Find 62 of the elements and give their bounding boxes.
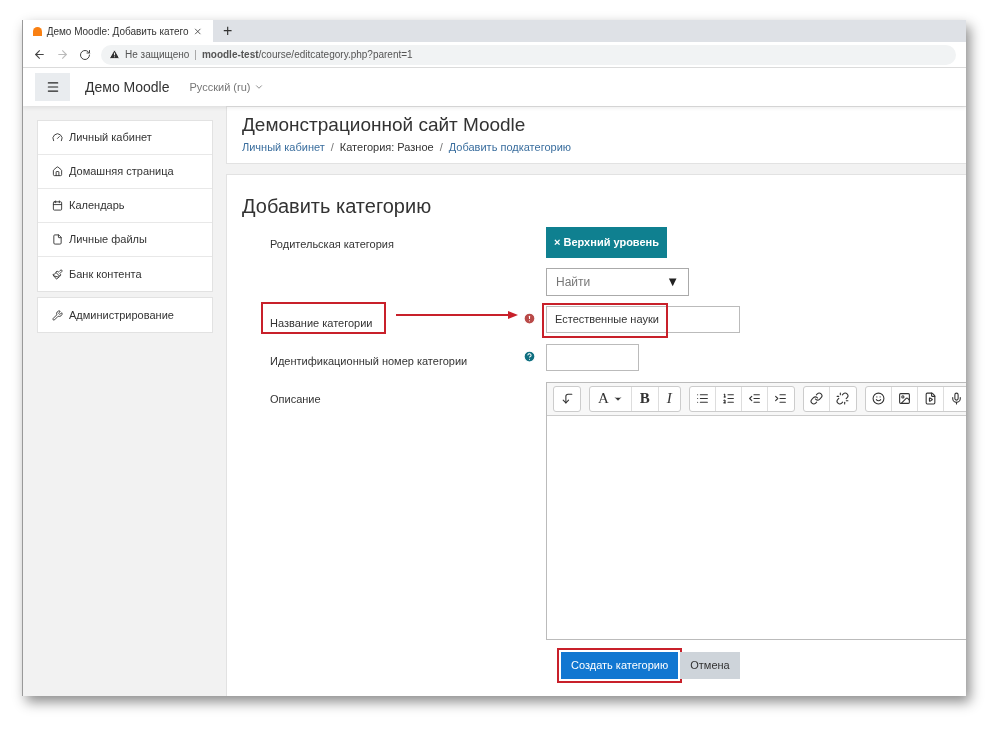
field-label: Название категории: [270, 316, 373, 329]
menu-button[interactable]: [35, 73, 70, 101]
text-editor[interactable]: A B I: [546, 381, 966, 640]
breadcrumb-link[interactable]: Добавить подкатегорию: [448, 139, 572, 156]
field-label: Идентификационный номер категории: [270, 354, 468, 367]
site-name[interactable]: Демо Moodle: [85, 76, 170, 98]
new-tab-button[interactable]: +: [223, 20, 233, 42]
text-input[interactable]: Естественные науки: [546, 305, 740, 333]
bold-button[interactable]: B: [631, 386, 659, 411]
selected-category-tag[interactable]: × Верхний уровень: [546, 227, 667, 258]
page-title: Демонстрационной сайт Moodle: [242, 114, 527, 137]
bullet-list-icon: [695, 392, 709, 405]
close-icon[interactable]: [193, 25, 203, 37]
search-select[interactable]: Найти ▼: [546, 267, 689, 296]
italic-button[interactable]: I: [658, 386, 680, 411]
cancel-button[interactable]: Отмена: [680, 651, 740, 679]
dropdown-caret: ▼: [666, 272, 679, 291]
nav-item[interactable]: Администрирование: [38, 298, 212, 332]
browser-tab[interactable]: Демо Moodle: Добавить катего: [23, 20, 213, 42]
url-separator: |: [194, 48, 197, 62]
nav-item[interactable]: Домашняя страница: [38, 155, 212, 189]
breadcrumb-text: Категория: Разное: [339, 140, 434, 156]
emoji-icon: [871, 392, 885, 405]
url-field[interactable]: Не защищено | moodle-test/course/editcategory.php?parent=1: [101, 44, 956, 65]
home-icon: [52, 166, 63, 177]
nav-item[interactable]: Личный кабинет: [38, 121, 212, 155]
microphone-icon: [950, 392, 964, 405]
nav-item[interactable]: Банк контента: [38, 257, 212, 291]
nav-item[interactable]: Календарь: [38, 189, 212, 223]
field-label: Описание: [270, 392, 321, 405]
expand-toolbar-icon: [560, 392, 574, 405]
language-menu[interactable]: Русский (ru): [189, 78, 265, 96]
text-input[interactable]: [546, 343, 639, 371]
link-icon: [809, 392, 823, 405]
url-text: moodle-test/course/editcategory.php?parent=1: [201, 48, 413, 62]
nav-item[interactable]: Личные файлы: [38, 223, 212, 257]
form-title: Добавить категорию: [242, 194, 433, 219]
brush-icon: [52, 268, 63, 280]
unlink-icon: [836, 392, 850, 405]
security-label: Не защищено: [125, 48, 190, 62]
file-icon: [52, 234, 63, 245]
outdent-icon: [747, 392, 761, 405]
calendar-icon: [52, 200, 63, 211]
font-button[interactable]: A: [590, 386, 632, 411]
menu-icon: [45, 80, 60, 94]
image-icon: [897, 392, 911, 405]
warning-icon: [109, 49, 120, 60]
breadcrumb-separator: /: [439, 140, 443, 156]
media-icon: [923, 392, 937, 405]
help-icon[interactable]: [523, 349, 536, 363]
reload-icon[interactable]: [79, 48, 91, 61]
caret-icon: [254, 82, 265, 92]
field-label: Родительская категория: [270, 238, 394, 250]
indent-icon: [774, 392, 788, 405]
numbered-list-icon: [721, 392, 735, 405]
dashboard-icon: [52, 132, 63, 143]
select-placeholder: Найти: [556, 273, 591, 291]
wrench-icon: [52, 309, 63, 321]
back-icon[interactable]: [33, 48, 46, 61]
breadcrumb-separator: /: [330, 140, 334, 156]
breadcrumb-link[interactable]: Личный кабинет: [242, 139, 325, 156]
tab-title: Демо Moodle: Добавить катего: [46, 24, 189, 39]
